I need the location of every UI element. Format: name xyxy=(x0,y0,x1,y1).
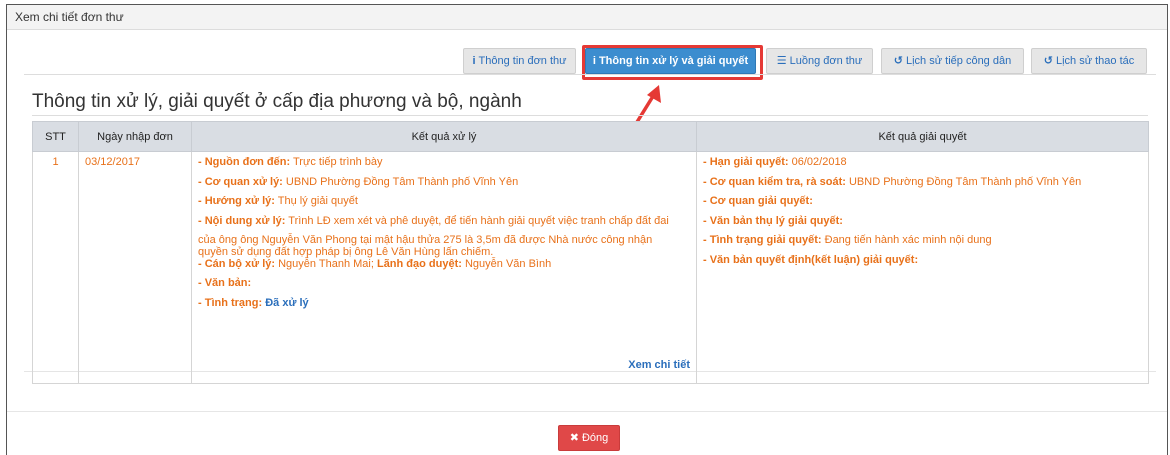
history-icon: ↺ xyxy=(1043,55,1053,67)
co-quan-giai-quyet-line: - Cơ quan giải quyết: xyxy=(703,195,813,207)
huong-xu-ly-line: - Hướng xử lý: Thụ lý giải quyết xyxy=(198,195,358,207)
column-header-xu-ly: Kết quả xử lý xyxy=(191,121,697,152)
tab-label: Lịch sử thao tác xyxy=(1055,55,1135,67)
info-icon: i xyxy=(472,55,476,67)
tab-label: Lịch sử tiếp công dân xyxy=(906,55,1012,67)
close-icon: ✖ xyxy=(569,432,579,444)
han-giai-quyet-line: - Hạn giải quyết: 06/02/2018 xyxy=(703,156,847,168)
co-quan-line: - Cơ quan xử lý: UBND Phường Đồng Tâm Th… xyxy=(198,175,519,188)
tab-thong-tin-don-thu[interactable]: i Thông tin đơn thư xyxy=(463,48,576,74)
table-header-row: STT Ngày nhập đơn Kết quả xử lý Kết quả … xyxy=(32,121,1149,152)
divider xyxy=(32,115,1148,116)
van-ban-thu-ly-line: - Văn bản thụ lý giải quyết: xyxy=(703,214,843,227)
column-header-stt: STT xyxy=(32,121,79,152)
tab-lich-su-tiep-cong-dan[interactable]: ↺ Lịch sử tiếp công dân xyxy=(881,48,1024,74)
history-icon: ↺ xyxy=(893,55,903,67)
tab-label: Thông tin đơn thư xyxy=(478,55,567,67)
noi-dung-line: - Nội dung xử lý: Trình LĐ xem xét và ph… xyxy=(198,214,669,227)
status-value: Đã xử lý xyxy=(265,296,309,309)
cell-xu-ly: - Nguồn đơn đến: Trực tiếp trình bày - C… xyxy=(191,151,697,384)
info-icon: i xyxy=(592,55,596,67)
cell-giai-quyet: - Hạn giải quyết: 06/02/2018 - Cơ quan k… xyxy=(696,151,1149,384)
noi-dung-line-3: quyền sử dụng đất hợp pháp bị ông Lê Văn… xyxy=(198,245,494,258)
tab-bar: i Thông tin đơn thư i Thông tin xử lý và g… xyxy=(7,48,1167,74)
cell-date: 03/12/2017 xyxy=(78,151,192,384)
tinh-trang-giai-quyet-line: - Tình trạng giải quyết: Đang tiến hành … xyxy=(703,234,992,246)
van-ban-line: - Văn bản: xyxy=(198,277,252,289)
list-icon: ☰ xyxy=(776,55,787,67)
close-label: Đóng xyxy=(581,432,609,444)
column-header-giai-quyet: Kết quả giải quyết xyxy=(696,121,1149,152)
tab-label: Thông tin xử lý và giải quyết xyxy=(598,55,749,67)
co-quan-kiem-tra-line: - Cơ quan kiểm tra, rà soát: UBND Phường… xyxy=(703,175,1082,188)
close-button[interactable]: ✖ Đóng xyxy=(558,425,620,451)
tab-label: Luồng đơn thư xyxy=(789,55,863,67)
tab-thong-tin-xu-ly[interactable]: i Thông tin xử lý và giải quyết xyxy=(585,48,756,74)
cell-stt: 1 xyxy=(32,151,79,384)
nguon-don-line: - Nguồn đơn đến: Trực tiếp trình bày xyxy=(198,156,383,168)
can-bo-line: - Cán bộ xử lý: Nguyễn Thanh Mai; Lãnh đ… xyxy=(198,257,552,270)
van-ban-quyet-dinh-line: - Văn bản quyết định(kết luận) giải quyế… xyxy=(703,253,919,266)
noi-dung-line-2: của ông ông Nguyễn Văn Phong tại mật hậu… xyxy=(198,233,653,246)
view-detail-link[interactable]: Xem chi tiết xyxy=(628,359,690,371)
tinh-trang-line: - Tình trạng: Đã xử lý xyxy=(198,296,309,309)
column-header-date: Ngày nhập đơn xyxy=(78,121,192,152)
dialog-title: Xem chi tiết đơn thư xyxy=(7,5,1167,30)
footer-divider xyxy=(7,411,1167,412)
table-row: 1 03/12/2017 - Nguồn đơn đến: Trực tiếp … xyxy=(32,151,1149,384)
tab-luong-don-thu[interactable]: ☰ Luồng đơn thư xyxy=(766,48,873,74)
result-table: STT Ngày nhập đơn Kết quả xử lý Kết quả … xyxy=(32,121,1149,384)
detail-dialog: Xem chi tiết đơn thư i Thông tin đơn thư … xyxy=(6,4,1168,455)
section-title: Thông tin xử lý, giải quyết ở cấp địa ph… xyxy=(32,91,522,112)
tab-lich-su-thao-tac[interactable]: ↺ Lịch sử thao tác xyxy=(1031,48,1147,74)
